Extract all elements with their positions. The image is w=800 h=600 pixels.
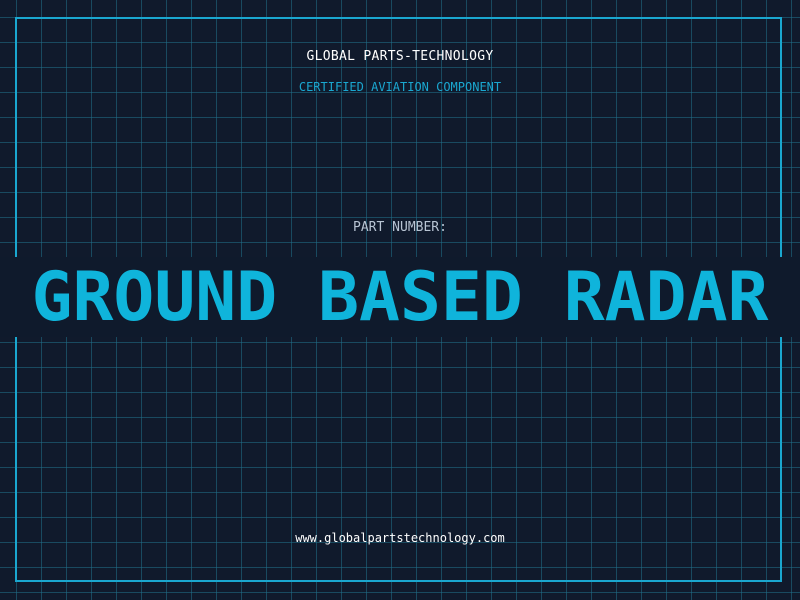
part-number-banner: GROUND BASED RADAR — [0, 257, 800, 337]
website-url: www.globalpartstechnology.com — [295, 531, 505, 545]
brand-name: GLOBAL PARTS-TECHNOLOGY — [306, 49, 494, 64]
part-number-label: PART NUMBER: — [353, 220, 447, 235]
certification-subtitle: CERTIFIED AVIATION COMPONENT — [298, 80, 502, 94]
part-number-value: GROUND BASED RADAR — [31, 258, 769, 337]
display-canvas: GLOBAL PARTS-TECHNOLOGY CERTIFIED AVIATI… — [0, 0, 800, 600]
